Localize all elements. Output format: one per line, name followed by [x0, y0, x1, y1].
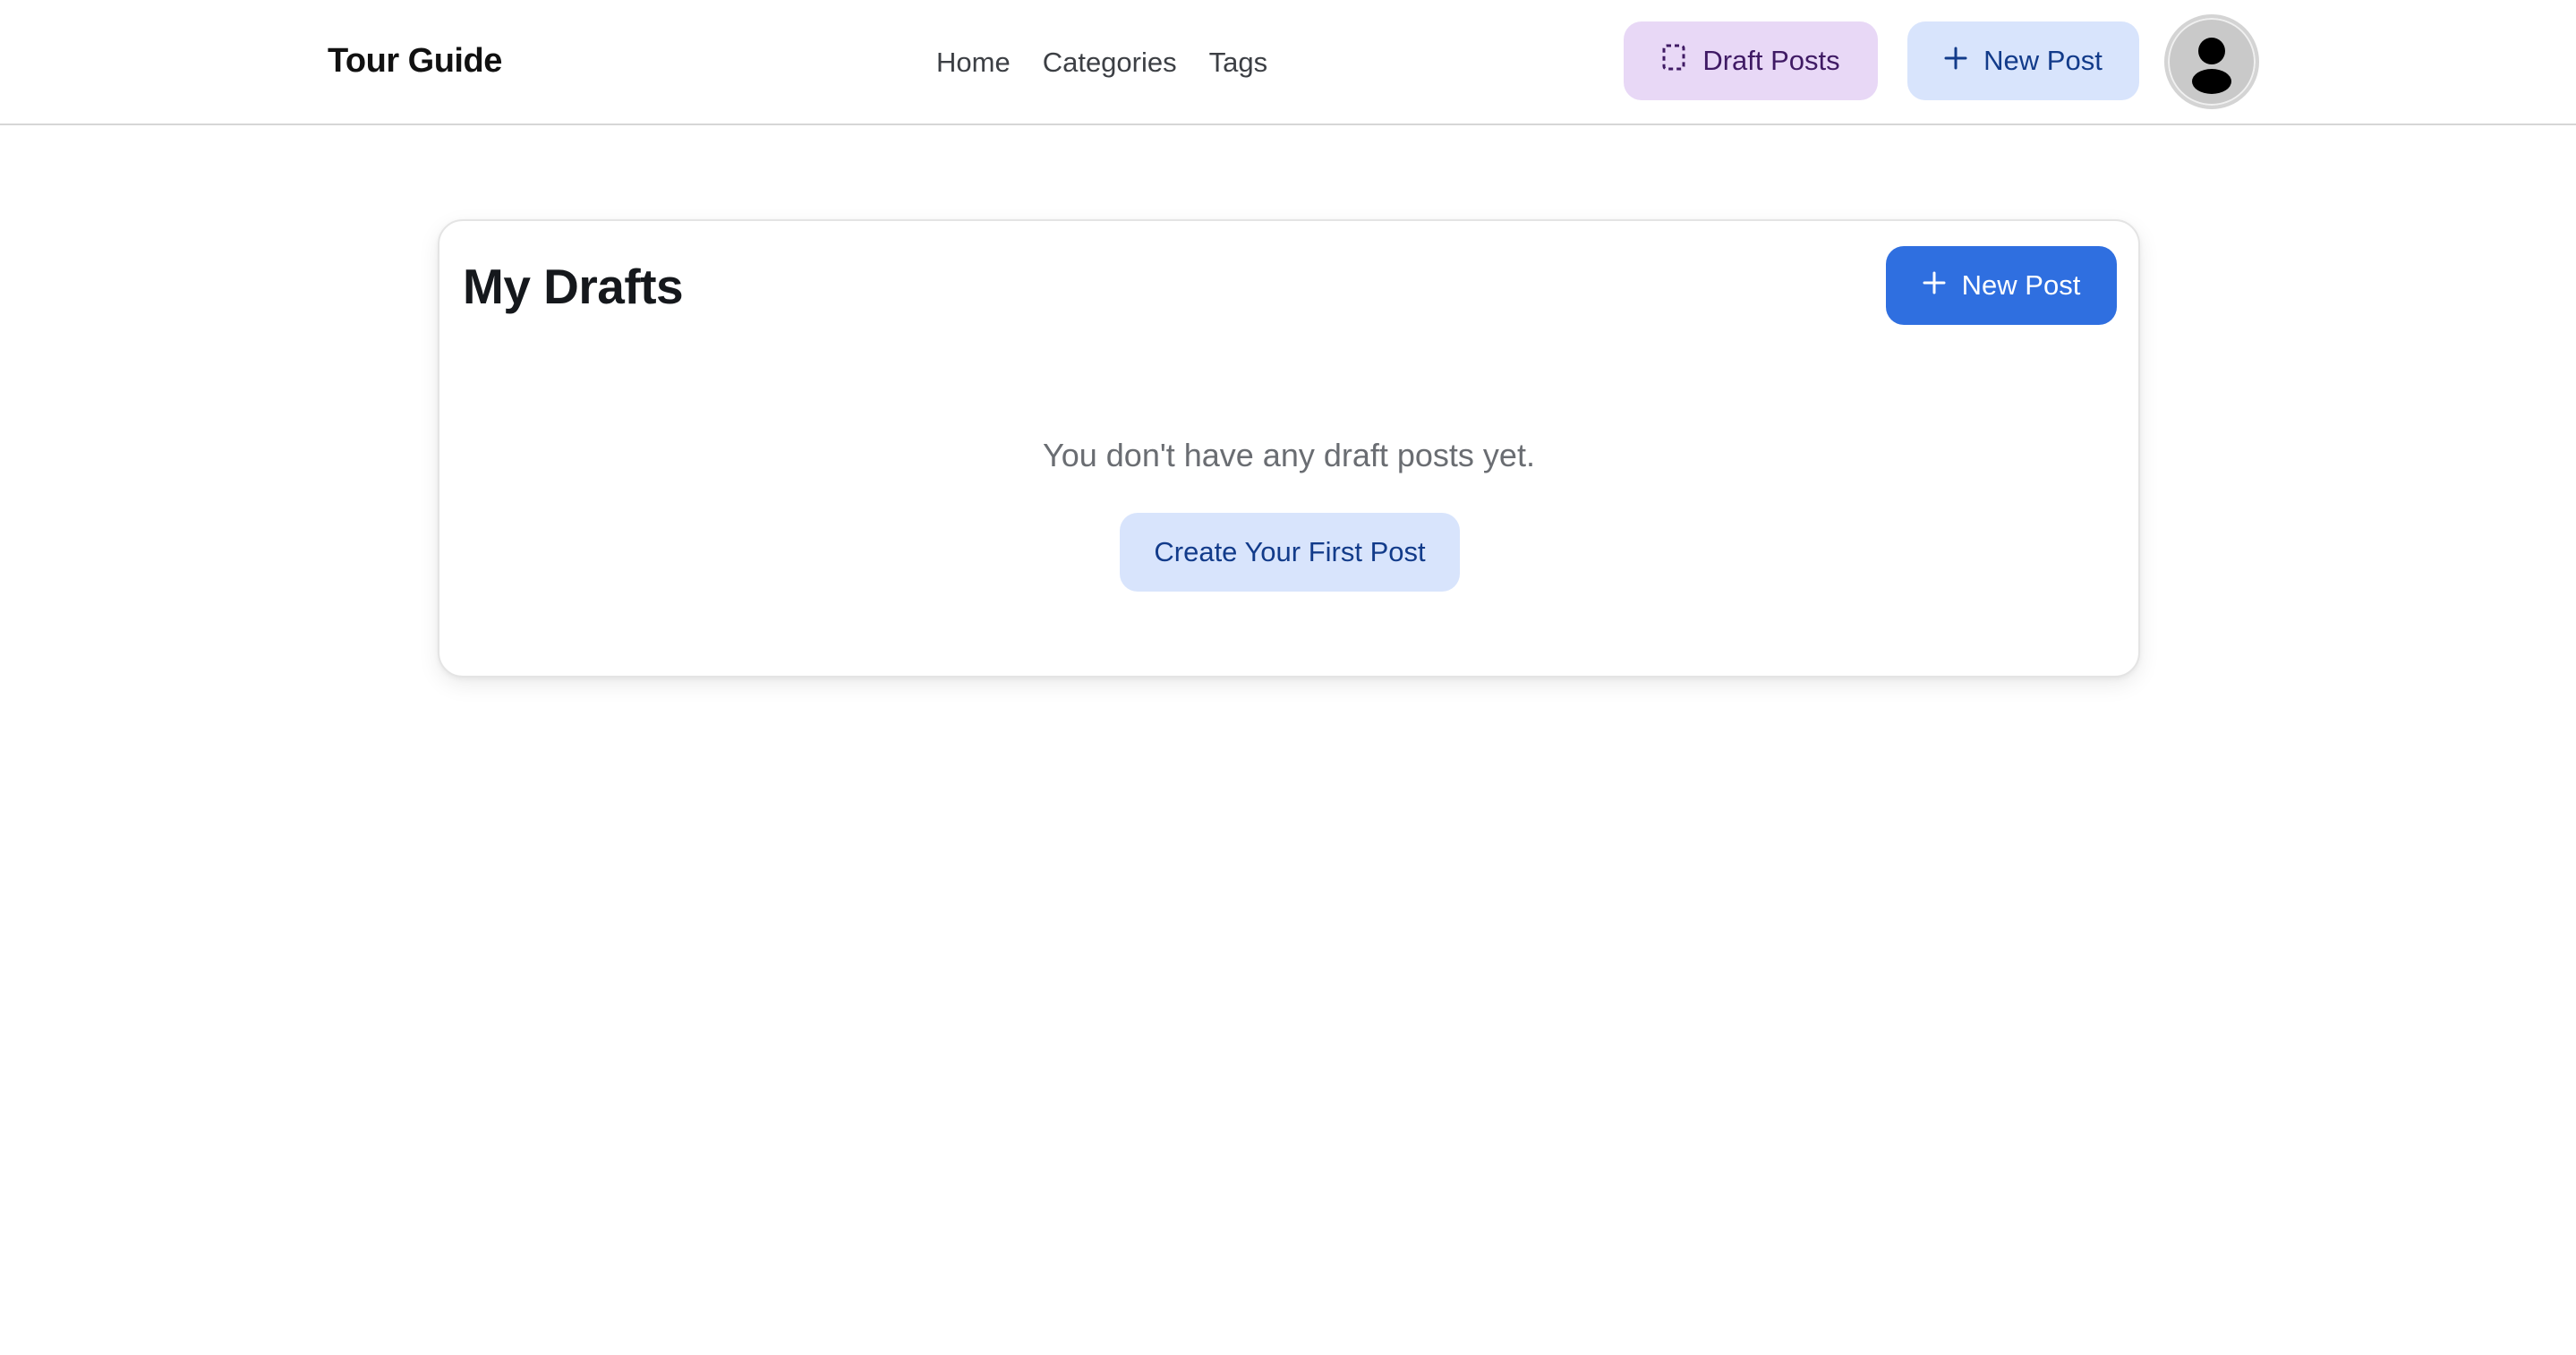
user-icon: [2168, 18, 2256, 106]
nav-link-tags[interactable]: Tags: [1209, 43, 1267, 82]
new-post-label: New Post: [1983, 45, 2103, 76]
drafts-card: My Drafts New Post You don't have any dr…: [438, 219, 2140, 678]
nav-link-categories[interactable]: Categories: [1043, 43, 1177, 82]
create-first-post-button[interactable]: Create Your First Post: [1120, 513, 1460, 592]
main-nav: Home Categories Tags: [936, 43, 1267, 82]
user-avatar[interactable]: [2164, 14, 2259, 109]
plus-icon: [1923, 269, 1946, 302]
new-post-button[interactable]: New Post: [1886, 246, 2117, 325]
new-post-button-header[interactable]: New Post: [1907, 21, 2139, 100]
dashed-square-icon: [1661, 43, 1686, 79]
nav-link-home[interactable]: Home: [936, 43, 1011, 82]
page-title: My Drafts: [463, 259, 684, 314]
draft-posts-label: Draft Posts: [1702, 45, 1840, 76]
top-navbar: Tour Guide Home Categories Tags Draft Po…: [0, 0, 2576, 125]
plus-icon: [1944, 45, 1967, 77]
draft-posts-button[interactable]: Draft Posts: [1624, 21, 1878, 100]
brand-logo[interactable]: Tour Guide: [328, 41, 502, 81]
new-post-label: New Post: [1961, 269, 2081, 301]
empty-state-message: You don't have any draft posts yet.: [1043, 437, 1535, 473]
